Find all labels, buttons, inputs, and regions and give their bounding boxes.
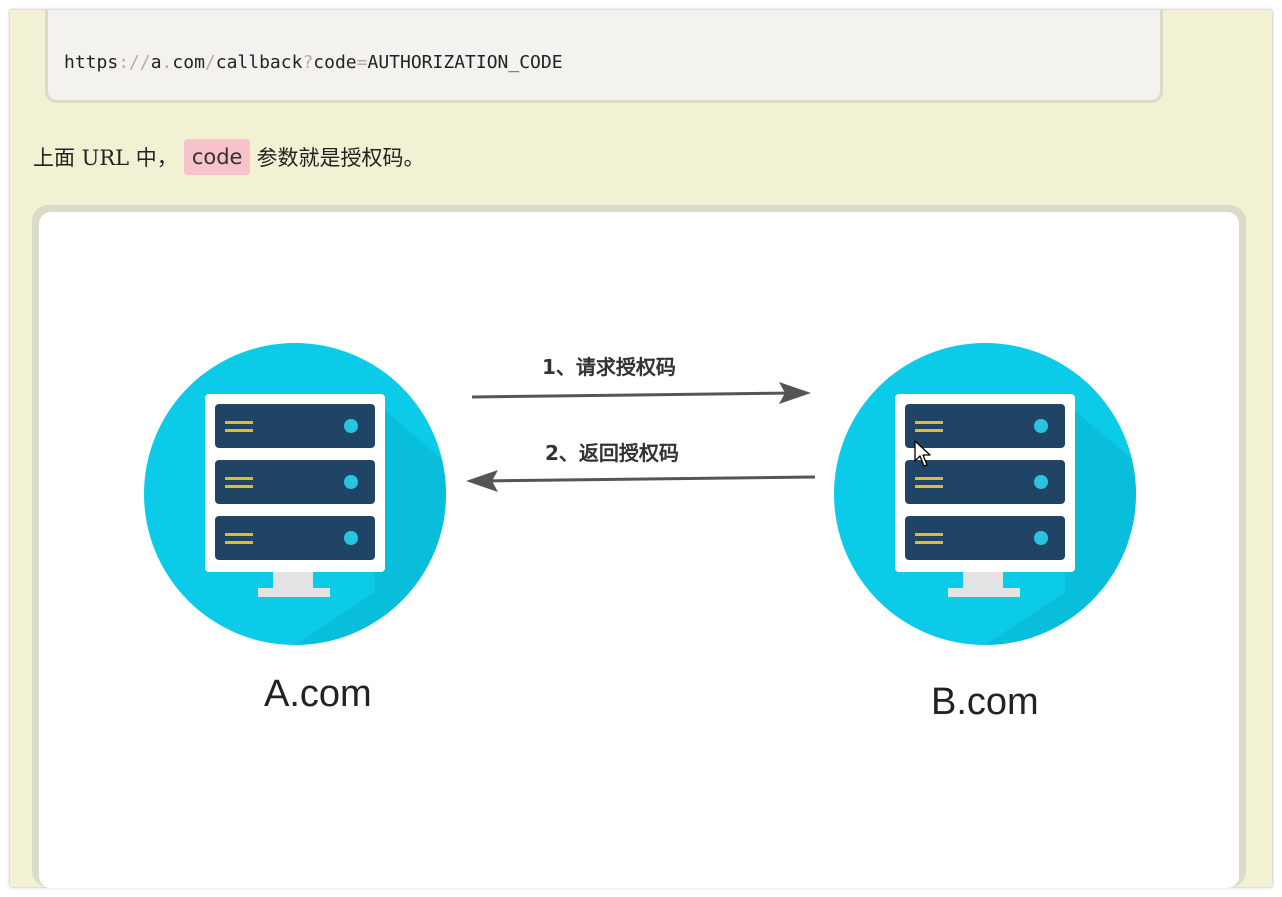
response-arrow bbox=[466, 470, 816, 492]
url-param-name: code bbox=[313, 52, 357, 73]
mouse-cursor-icon bbox=[914, 440, 931, 467]
url-equals: = bbox=[356, 52, 368, 73]
url-dot: . bbox=[161, 52, 173, 73]
url-path: callback bbox=[215, 52, 303, 73]
inline-code: code bbox=[183, 139, 251, 175]
url-domain: com bbox=[172, 52, 205, 73]
host-b-label: B.com bbox=[931, 681, 1039, 723]
url-param-value: AUTHORIZATION_CODE bbox=[367, 52, 563, 73]
url-separator: :// bbox=[118, 52, 151, 73]
figure-frame: 1、请求授权码 2、返回授权码 A.com B.com bbox=[32, 205, 1246, 888]
request-arrow-label: 1、请求授权码 bbox=[542, 355, 676, 379]
url-slash: / bbox=[204, 52, 216, 73]
oauth-diagram: 1、请求授权码 2、返回授权码 A.com B.com bbox=[39, 212, 1239, 888]
url-host: a bbox=[150, 52, 162, 73]
host-a-label: A.com bbox=[264, 673, 372, 715]
article-page: https://a.com/callback?code=AUTHORIZATIO… bbox=[10, 10, 1272, 888]
code-block: https://a.com/callback?code=AUTHORIZATIO… bbox=[45, 10, 1163, 103]
callback-url: https://a.com/callback?code=AUTHORIZATIO… bbox=[64, 52, 563, 73]
url-scheme: https bbox=[64, 52, 119, 73]
request-arrow bbox=[471, 382, 811, 404]
url-query-mark: ? bbox=[302, 52, 314, 73]
paragraph-text-after: 参数就是授权码。 bbox=[256, 146, 425, 170]
explanation-paragraph: 上面 URL 中， code 参数就是授权码。 bbox=[33, 135, 424, 179]
response-arrow-label: 2、返回授权码 bbox=[545, 441, 679, 465]
paragraph-text-before: 上面 URL 中， bbox=[33, 146, 178, 170]
